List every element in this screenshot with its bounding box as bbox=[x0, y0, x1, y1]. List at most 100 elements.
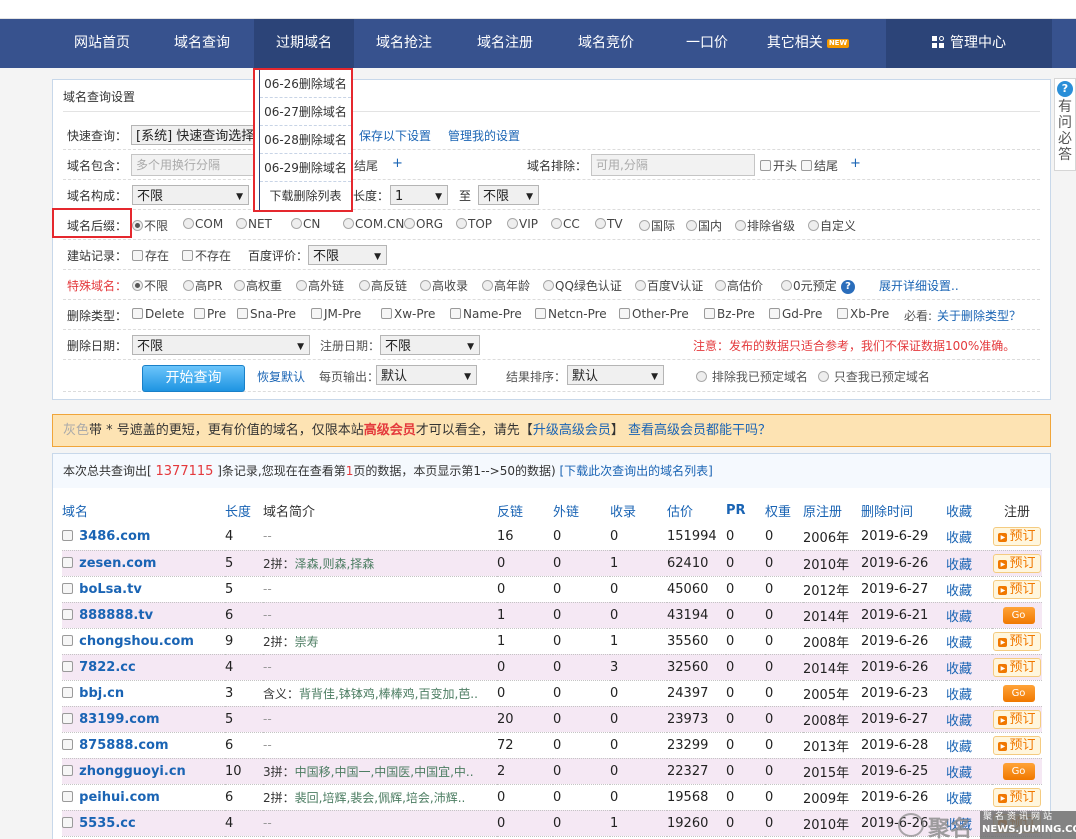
save-settings-link[interactable]: 保存以下设置 bbox=[359, 127, 431, 144]
delete-type-checkbox[interactable]: Other-Pre bbox=[619, 307, 689, 321]
special-radio[interactable]: 高PR bbox=[183, 277, 223, 294]
delete-type-checkbox[interactable]: Name-Pre bbox=[450, 307, 522, 321]
nav-other[interactable]: 其它相关 NEW bbox=[756, 19, 860, 68]
delete-type-checkbox[interactable]: Gd-Pre bbox=[769, 307, 822, 321]
suffix-radio[interactable]: VIP bbox=[507, 217, 538, 231]
exclude-add-button[interactable]: + bbox=[850, 156, 861, 171]
suffix-radio[interactable]: 自定义 bbox=[808, 217, 856, 234]
reserve-button[interactable]: ▶预订 bbox=[993, 631, 1041, 651]
dropdown-item-0629[interactable]: 06-29删除域名 bbox=[260, 154, 351, 182]
special-radio[interactable]: 0元预定 bbox=[781, 277, 837, 294]
domain-link[interactable]: 875888.com bbox=[79, 738, 168, 753]
col-weight[interactable]: 权重 bbox=[765, 496, 803, 524]
col-price[interactable]: 估价 bbox=[667, 496, 726, 524]
go-button[interactable]: Go bbox=[1002, 762, 1035, 780]
special-radio[interactable]: 不限 bbox=[132, 277, 168, 294]
suffix-radio[interactable]: COM.CN bbox=[343, 217, 404, 231]
favorite-link[interactable]: 收藏 bbox=[946, 766, 972, 781]
special-radio[interactable]: 高权重 bbox=[234, 277, 282, 294]
reserve-button[interactable]: ▶预订 bbox=[993, 579, 1041, 599]
special-radio[interactable]: 百度V认证 bbox=[635, 277, 703, 294]
favorite-link[interactable]: 收藏 bbox=[946, 792, 972, 807]
per-page-select[interactable]: 默认 ▼ bbox=[376, 365, 477, 385]
special-radio[interactable]: 高外链 bbox=[296, 277, 344, 294]
domain-link[interactable]: 888888.tv bbox=[79, 608, 153, 623]
col-outlinks[interactable]: 外链 bbox=[553, 496, 610, 524]
domain-link[interactable]: 7822.cc bbox=[79, 660, 136, 675]
col-favorite[interactable]: 收藏 bbox=[946, 496, 992, 524]
special-radio[interactable]: 高收录 bbox=[420, 277, 468, 294]
reserve-button[interactable]: ▶预订 bbox=[993, 657, 1041, 677]
premium-features-link[interactable]: 查看高级会员都能干吗？ bbox=[628, 423, 771, 438]
delete-type-checkbox[interactable]: JM-Pre bbox=[311, 307, 361, 321]
dropdown-item-download[interactable]: 下载删除列表 bbox=[260, 182, 351, 210]
suffix-radio[interactable]: 排除省级 bbox=[735, 217, 795, 234]
col-domain[interactable]: 域名 bbox=[62, 496, 225, 524]
row-checkbox[interactable] bbox=[62, 530, 73, 542]
row-checkbox[interactable] bbox=[62, 634, 73, 646]
row-checkbox[interactable] bbox=[62, 712, 73, 724]
favorite-link[interactable]: 收藏 bbox=[946, 636, 972, 651]
row-checkbox[interactable] bbox=[62, 608, 73, 620]
expand-settings-link[interactable]: 展开详细设置.. bbox=[879, 277, 959, 294]
nav-snap-register[interactable]: 域名抢注 bbox=[362, 19, 446, 68]
favorite-link[interactable]: 收藏 bbox=[946, 558, 972, 573]
go-button[interactable]: Go bbox=[1002, 684, 1035, 702]
domain-link[interactable]: boLsa.tv bbox=[79, 582, 142, 597]
nav-domain-query[interactable]: 域名查询 bbox=[160, 19, 244, 68]
row-checkbox[interactable] bbox=[62, 738, 73, 750]
nav-register[interactable]: 域名注册 bbox=[463, 19, 547, 68]
row-checkbox[interactable] bbox=[62, 790, 73, 802]
favorite-link[interactable]: 收藏 bbox=[946, 662, 972, 677]
quick-query-select[interactable]: [系统] 快速查询选择 bbox=[131, 125, 271, 145]
suffix-radio[interactable]: 国内 bbox=[686, 217, 722, 234]
contains-add-button[interactable]: + bbox=[392, 156, 403, 171]
suffix-radio[interactable]: CC bbox=[551, 217, 580, 231]
reg-date-select[interactable]: 不限 ▼ bbox=[380, 335, 480, 355]
help-icon[interactable]: ? bbox=[839, 276, 855, 294]
about-delete-types-link[interactable]: 关于删除类型？ bbox=[937, 307, 1021, 324]
favorite-link[interactable]: 收藏 bbox=[946, 610, 972, 625]
reserve-button[interactable]: ▶预订 bbox=[993, 527, 1041, 547]
suffix-radio[interactable]: 国际 bbox=[639, 217, 675, 234]
delete-date-select[interactable]: 不限 ▼ bbox=[132, 335, 310, 355]
suffix-radio[interactable]: TOP bbox=[456, 217, 492, 231]
favorite-link[interactable]: 收藏 bbox=[946, 740, 972, 755]
special-radio[interactable]: 高估价 bbox=[715, 277, 763, 294]
suffix-radio[interactable]: NET bbox=[236, 217, 272, 231]
length-from-select[interactable]: 1 ▼ bbox=[390, 185, 448, 205]
suffix-radio[interactable]: CN bbox=[291, 217, 320, 231]
nav-fixed-price[interactable]: 一口价 bbox=[670, 19, 744, 68]
sort-select[interactable]: 默认 ▼ bbox=[567, 365, 664, 385]
dropdown-item-0628[interactable]: 06-28删除域名 bbox=[260, 126, 351, 154]
reserve-button[interactable]: ▶预订 bbox=[993, 553, 1041, 573]
suffix-radio[interactable]: ORG bbox=[404, 217, 443, 231]
go-button[interactable]: Go bbox=[1002, 606, 1035, 624]
delete-type-checkbox[interactable]: Xb-Pre bbox=[837, 307, 889, 321]
domain-link[interactable]: zhongguoyi.cn bbox=[79, 764, 186, 779]
favorite-link[interactable]: 收藏 bbox=[946, 714, 972, 729]
suffix-radio[interactable]: 不限 bbox=[132, 217, 168, 234]
nav-management[interactable]: 管理中心 bbox=[886, 19, 1052, 68]
download-results-link[interactable]: [下载此次查询出的域名列表] bbox=[559, 464, 712, 478]
col-indexed[interactable]: 收录 bbox=[610, 496, 667, 524]
exclude-end-checkbox[interactable]: 结尾 bbox=[801, 157, 838, 174]
reserve-button[interactable]: ▶预订 bbox=[993, 735, 1041, 755]
domain-link[interactable]: zesen.com bbox=[79, 556, 156, 571]
delete-type-checkbox[interactable]: Pre bbox=[194, 307, 226, 321]
row-checkbox[interactable] bbox=[62, 816, 73, 828]
special-radio[interactable]: 高反链 bbox=[359, 277, 407, 294]
delete-type-checkbox[interactable]: Netcn-Pre bbox=[535, 307, 607, 321]
suffix-radio[interactable]: TV bbox=[595, 217, 623, 231]
length-to-select[interactable]: 不限 ▼ bbox=[478, 185, 539, 205]
delete-type-checkbox[interactable]: Sna-Pre bbox=[237, 307, 296, 321]
baidu-rating-select[interactable]: 不限 ▼ bbox=[308, 245, 387, 265]
domain-link[interactable]: 83199.com bbox=[79, 712, 159, 727]
dropdown-item-0627[interactable]: 06-27删除域名 bbox=[260, 98, 351, 126]
domain-link[interactable]: bbj.cn bbox=[79, 686, 124, 701]
dropdown-item-0626[interactable]: 06-26删除域名 bbox=[260, 70, 351, 98]
contains-input[interactable]: 多个用换行分隔 bbox=[131, 154, 261, 176]
delete-type-checkbox[interactable]: Bz-Pre bbox=[704, 307, 755, 321]
exclude-start-checkbox[interactable]: 开头 bbox=[760, 157, 797, 174]
col-length[interactable]: 长度 bbox=[225, 496, 263, 524]
